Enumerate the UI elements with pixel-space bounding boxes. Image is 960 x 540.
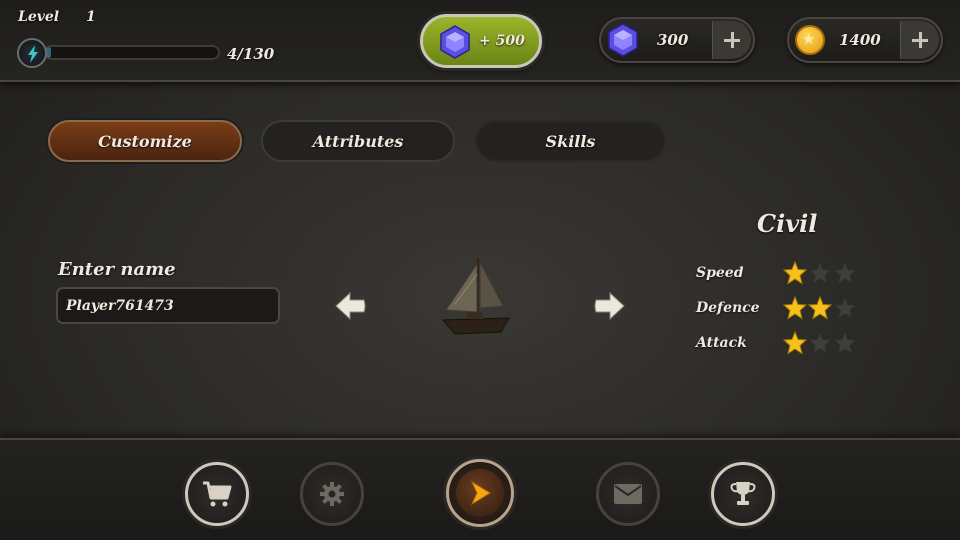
gear-icon	[320, 482, 344, 506]
coins-value: 1400	[839, 31, 881, 49]
trophy-icon	[730, 482, 756, 505]
gem-icon	[440, 25, 470, 59]
add-coins-button[interactable]	[900, 21, 939, 59]
shop-button[interactable]	[185, 462, 249, 526]
star-empty-icon	[833, 331, 857, 355]
name-label: Enter name	[58, 259, 176, 280]
gem-offer-button[interactable]: + 500	[420, 14, 542, 68]
mail-icon	[614, 484, 642, 504]
level-value: 1	[86, 9, 96, 25]
tab-skills[interactable]: Skills	[475, 120, 666, 162]
stat-label-speed: Speed	[696, 265, 744, 281]
name-input[interactable]	[56, 287, 280, 324]
tab-attributes[interactable]: Attributes	[261, 120, 455, 162]
star-filled-icon	[783, 261, 807, 285]
mail-button[interactable]	[596, 462, 660, 526]
gem-offer-label: + 500	[479, 33, 525, 49]
game-screen: Level 1 4/130 + 500 300 ★ 1400 Customize…	[0, 0, 960, 540]
star-filled-icon	[808, 296, 832, 320]
play-icon	[470, 480, 491, 506]
lightning-icon	[17, 38, 47, 68]
gems-value: 300	[657, 31, 689, 49]
gem-icon	[608, 23, 638, 57]
add-gems-button[interactable]	[712, 21, 751, 59]
cart-icon	[203, 481, 232, 507]
tab-customize[interactable]: Customize	[48, 120, 242, 162]
star-empty-icon	[808, 331, 832, 355]
energy-progress-bar	[44, 45, 220, 60]
sailboat-icon	[441, 258, 510, 335]
level-label: Level	[18, 9, 60, 25]
stat-label-defence: Defence	[696, 300, 760, 316]
star-empty-icon	[808, 261, 832, 285]
energy-count: 4/130	[227, 45, 275, 63]
star-filled-icon	[783, 296, 807, 320]
trophy-button[interactable]	[711, 462, 775, 526]
star-filled-icon	[783, 331, 807, 355]
top-bar: Level 1 4/130 + 500 300 ★ 1400	[0, 0, 960, 82]
settings-button[interactable]	[300, 462, 364, 526]
ship-class-name: Civil	[757, 209, 818, 238]
coins-counter: ★ 1400	[787, 17, 943, 63]
star-empty-icon	[833, 261, 857, 285]
star-empty-icon	[833, 296, 857, 320]
previous-ship-arrow-icon[interactable]	[332, 288, 368, 324]
gems-counter: 300	[599, 17, 755, 63]
stat-label-attack: Attack	[696, 335, 747, 351]
coin-icon: ★	[795, 25, 825, 55]
play-button[interactable]	[446, 459, 514, 527]
next-ship-arrow-icon[interactable]	[592, 288, 628, 324]
